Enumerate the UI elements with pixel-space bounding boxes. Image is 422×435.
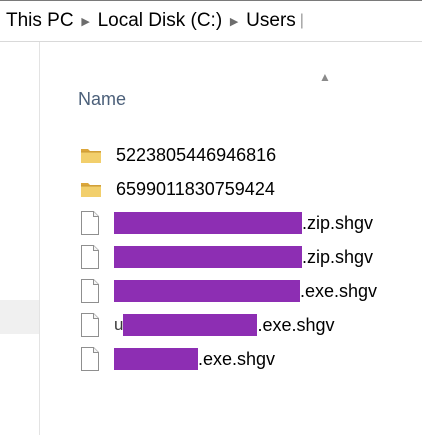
file-extension: .zip.shgv [302,246,374,267]
file-list: 5223805446946816 6599011830759424 .zip.s [40,138,422,376]
file-extension: .zip.shgv [302,212,374,233]
file-extension: .exe.shgv [198,348,276,369]
file-icon [80,313,100,337]
nav-pane-hover-item[interactable] [0,300,39,334]
file-icon [80,211,100,235]
redacted-file-name [114,280,300,302]
folder-icon [80,180,102,198]
breadcrumb-local-disk[interactable]: Local Disk (C:) [98,10,223,32]
navigation-pane[interactable] [0,42,39,435]
address-bar[interactable]: This PC ▶ Local Disk (C:) ▶ Users | [0,0,422,42]
file-name-visible-prefix: u [114,315,124,334]
list-item[interactable]: .exe.shgv [40,342,422,376]
redacted-file-name [114,212,302,234]
file-extension: .exe.shgv [300,280,378,301]
column-header-name[interactable]: Name [78,84,338,114]
file-icon [80,347,100,371]
chevron-right-icon[interactable]: ▶ [74,15,98,28]
file-extension: .exe.shgv [257,314,335,335]
redacted-file-name [114,348,198,370]
list-item[interactable]: 5223805446946816 [40,138,422,172]
chevron-right-icon[interactable]: ▶ [222,15,246,28]
breadcrumb-users[interactable]: Users [246,10,296,32]
address-bar-edge: | [299,12,304,29]
redacted-file-name [114,246,302,268]
list-item[interactable]: .zip.shgv [40,240,422,274]
redacted-file-name [123,314,258,336]
breadcrumb-this-pc[interactable]: This PC [6,10,74,32]
file-name: 5223805446946816 [116,144,277,165]
file-icon [80,279,100,303]
file-icon [80,245,100,269]
sort-ascending-icon: ▲ [319,70,331,84]
file-explorer-window: This PC ▶ Local Disk (C:) ▶ Users | ▲ Na… [0,0,422,435]
list-item[interactable]: 6599011830759424 [40,172,422,206]
list-item[interactable]: .zip.shgv [40,206,422,240]
list-item[interactable]: u .exe.shgv [40,308,422,342]
folder-icon [80,146,102,164]
list-item[interactable]: .exe.shgv [40,274,422,308]
file-name: 6599011830759424 [116,178,275,199]
